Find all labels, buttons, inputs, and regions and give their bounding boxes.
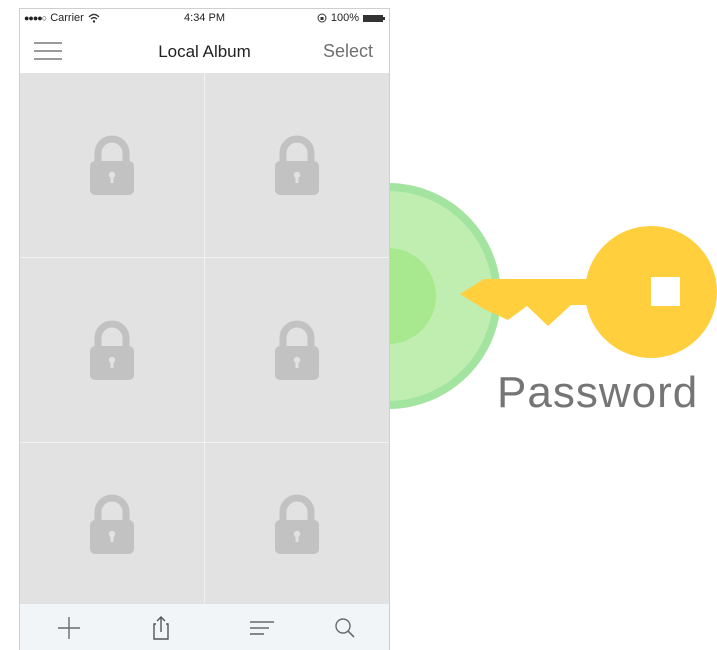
battery-icon bbox=[363, 14, 385, 22]
album-item[interactable] bbox=[20, 258, 204, 442]
navigation-bar: Local Album Select bbox=[20, 29, 389, 73]
lock-icon bbox=[275, 494, 319, 554]
signal-strength: ●●●●○ bbox=[24, 13, 47, 23]
status-bar: ●●●●○ Carrier 4:34 PM 100% bbox=[20, 9, 389, 29]
lock-icon bbox=[90, 135, 134, 195]
search-button[interactable] bbox=[330, 614, 360, 642]
album-item[interactable] bbox=[205, 443, 389, 605]
album-item[interactable] bbox=[20, 73, 204, 257]
password-label: Password bbox=[497, 368, 699, 417]
battery-percent: 100% bbox=[330, 12, 359, 24]
album-grid bbox=[20, 73, 389, 605]
add-button[interactable] bbox=[54, 614, 84, 642]
sort-icon bbox=[250, 621, 274, 635]
carrier-name: Carrier bbox=[50, 12, 84, 24]
select-button[interactable]: Select bbox=[323, 41, 373, 62]
album-item[interactable] bbox=[205, 258, 389, 442]
share-icon bbox=[153, 616, 169, 640]
lock-icon bbox=[275, 320, 319, 380]
phone-screen: ●●●●○ Carrier 4:34 PM 100% Local Album S… bbox=[19, 8, 390, 650]
album-item[interactable] bbox=[205, 73, 389, 257]
lock-icon bbox=[275, 135, 319, 195]
album-item[interactable] bbox=[20, 443, 204, 605]
search-icon bbox=[335, 618, 355, 638]
bottom-toolbar bbox=[20, 603, 389, 650]
status-time: 4:34 PM bbox=[184, 12, 225, 24]
lock-icon bbox=[90, 320, 134, 380]
orientation-lock-icon bbox=[317, 13, 327, 23]
plus-icon bbox=[58, 617, 80, 639]
share-button[interactable] bbox=[146, 614, 176, 642]
lock-icon bbox=[90, 494, 134, 554]
sort-button[interactable] bbox=[247, 614, 277, 642]
wifi-icon bbox=[88, 13, 100, 23]
key-hole bbox=[651, 277, 680, 306]
